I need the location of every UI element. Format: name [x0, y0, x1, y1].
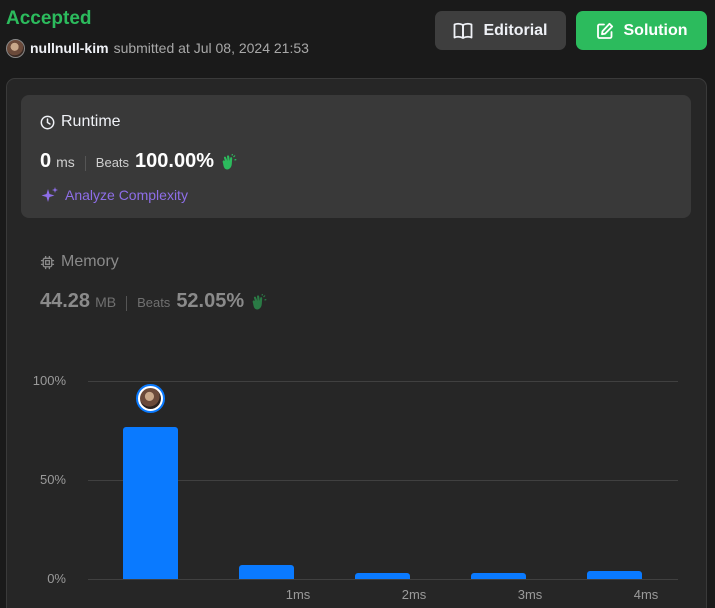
username-link[interactable]: nullnull-kim	[30, 40, 109, 56]
solution-label: Solution	[623, 21, 688, 39]
runtime-divider	[84, 155, 86, 171]
clap-icon	[252, 294, 267, 310]
submission-status: Accepted	[6, 8, 92, 29]
edit-icon	[596, 22, 613, 39]
chip-icon	[40, 255, 55, 269]
memory-title[interactable]: Memory	[40, 253, 119, 271]
user-position-avatar[interactable]	[136, 384, 165, 413]
chart-bar[interactable]	[587, 571, 642, 579]
runtime-title: Runtime	[40, 113, 121, 131]
chart-bar[interactable]	[355, 573, 410, 579]
memory-stats: 44.28 MB Beats 52.05%	[40, 290, 267, 316]
solution-button[interactable]: Solution	[576, 11, 707, 50]
clap-icon	[222, 154, 237, 170]
runtime-value: 0	[40, 150, 52, 172]
runtime-stats: 0 ms Beats 100.00%	[40, 150, 237, 176]
chart-gridline	[88, 381, 678, 382]
chart-y-tick-label: 0%	[47, 571, 66, 586]
chart-bar[interactable]	[123, 427, 178, 579]
runtime-unit: ms	[56, 154, 75, 170]
runtime-title-label: Runtime	[61, 113, 121, 130]
editorial-button[interactable]: Editorial	[435, 11, 566, 50]
memory-title-label: Memory	[61, 253, 119, 270]
chart-y-tick-label: 100%	[32, 373, 66, 388]
sparkle-icon	[41, 186, 58, 202]
memory-value: 44.28	[40, 290, 91, 312]
user-avatar[interactable]	[6, 38, 25, 58]
chart-x-tick-label: 1ms	[285, 587, 311, 602]
analyze-complexity-label: Analyze Complexity	[65, 187, 188, 203]
chart-x-tick-label: 2ms	[401, 587, 427, 602]
runtime-beats-label: Beats	[95, 155, 130, 170]
chart-gridline	[88, 579, 678, 580]
clock-icon	[40, 115, 55, 129]
submission-header: Accepted nullnull-kim submitted at Jul 0…	[0, 0, 715, 70]
analyze-complexity-link[interactable]: Analyze Complexity	[40, 185, 188, 205]
chart-x-tick-label: 3ms	[517, 587, 543, 602]
chart-x-tick-label: 4ms	[633, 587, 659, 602]
runtime-beats-value: 100.00%	[135, 150, 215, 172]
memory-unit: MB	[95, 294, 117, 310]
memory-divider	[126, 295, 128, 311]
memory-beats-label: Beats	[137, 295, 171, 310]
submitted-time: submitted at Jul 08, 2024 21:53	[113, 40, 309, 56]
book-open-icon	[454, 22, 473, 39]
memory-beats-value: 52.05%	[176, 290, 245, 312]
editorial-label: Editorial	[483, 21, 548, 39]
submitter-info: nullnull-kim submitted at Jul 08, 2024 2…	[6, 38, 309, 58]
chart-bar[interactable]	[471, 573, 526, 579]
chart-y-tick-label: 50%	[39, 472, 66, 487]
chart-bar[interactable]	[239, 565, 294, 579]
